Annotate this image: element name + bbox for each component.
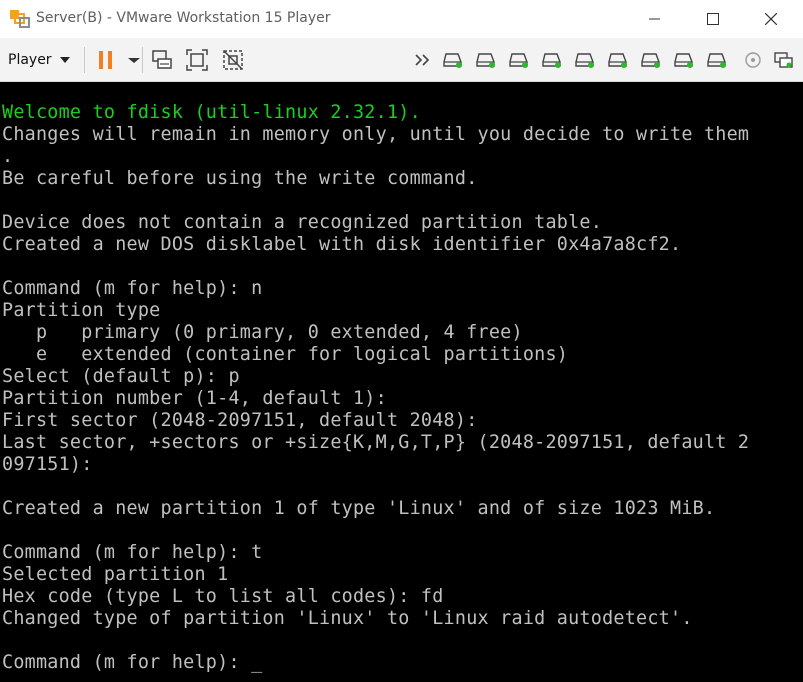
toolbar-divider xyxy=(84,47,85,73)
toolbar: Player xyxy=(0,38,803,82)
window-title: Server(B) - VMware Workstation 15 Player xyxy=(36,10,331,26)
message-icon[interactable] xyxy=(772,51,794,69)
fit-guest-icon[interactable] xyxy=(185,48,209,72)
console-line: Selected partition 1 xyxy=(2,564,229,585)
console-line: 097151): xyxy=(2,454,93,475)
console-prompt-line: Command (m for help): _ xyxy=(2,652,263,673)
more-icon[interactable] xyxy=(412,48,436,72)
close-button[interactable] xyxy=(743,0,799,38)
minimize-icon xyxy=(649,18,660,20)
send-ctrl-alt-del-icon[interactable] xyxy=(150,48,174,72)
pause-icon[interactable] xyxy=(94,48,118,72)
console-line: First sector (2048-2097151, default 2048… xyxy=(2,410,478,431)
cd-dvd-icon[interactable] xyxy=(508,51,530,69)
console-line: Hex code (type L to list all codes): fd xyxy=(2,586,444,607)
console-line: Created a new DOS disklabel with disk id… xyxy=(2,234,682,255)
console-line: p primary (0 primary, 0 extended, 4 free… xyxy=(2,322,523,343)
console-line: Be careful before using the write comman… xyxy=(2,168,478,189)
sound-card-icon[interactable] xyxy=(574,51,596,69)
console-line: Command (m for help): n xyxy=(2,278,263,299)
console-line: Select (default p): p xyxy=(2,366,240,387)
maximize-button[interactable] xyxy=(685,0,741,38)
close-icon xyxy=(765,13,777,25)
console-line: Partition type xyxy=(2,300,161,321)
console-line: e extended (container for logical partit… xyxy=(2,344,569,365)
player-menu-button[interactable]: Player xyxy=(8,48,70,72)
unity-icon[interactable] xyxy=(221,48,245,72)
vm-console[interactable]: Welcome to fdisk (util-linux 2.32.1). Ch… xyxy=(0,82,803,682)
console-line: Device does not contain a recognized par… xyxy=(2,212,603,233)
network-adapter-2-icon[interactable] xyxy=(706,51,728,69)
network-adapter-icon[interactable] xyxy=(475,51,497,69)
vmware-logo-icon xyxy=(10,10,30,28)
console-line: Last sector, +sectors or +size{K,M,G,T,P… xyxy=(2,432,750,453)
minimize-button[interactable] xyxy=(627,0,683,38)
console-line: Changes will remain in memory only, unti… xyxy=(2,124,750,145)
player-menu-label: Player xyxy=(8,52,52,68)
console-line: Partition number (1-4, default 1): xyxy=(2,388,387,409)
console-line: Changed type of partition 'Linux' to 'Li… xyxy=(2,608,693,629)
usb-icon[interactable] xyxy=(541,51,563,69)
console-line: . xyxy=(2,146,14,167)
display-icon[interactable] xyxy=(640,51,662,69)
hard-disk-2-icon[interactable] xyxy=(673,51,695,69)
console-line: Command (m for help): t xyxy=(2,542,263,563)
console-line-welcome: Welcome to fdisk (util-linux 2.32.1). xyxy=(2,102,421,123)
title-bar: Server(B) - VMware Workstation 15 Player xyxy=(0,0,803,38)
maximize-icon xyxy=(707,13,719,25)
toolbar-divider xyxy=(142,47,143,73)
console-line: Created a new partition 1 of type 'Linux… xyxy=(2,498,716,519)
floppy-icon[interactable] xyxy=(742,51,764,69)
hard-disk-icon[interactable] xyxy=(442,51,464,69)
chevron-down-icon xyxy=(59,57,70,63)
printer-icon[interactable] xyxy=(607,51,629,69)
